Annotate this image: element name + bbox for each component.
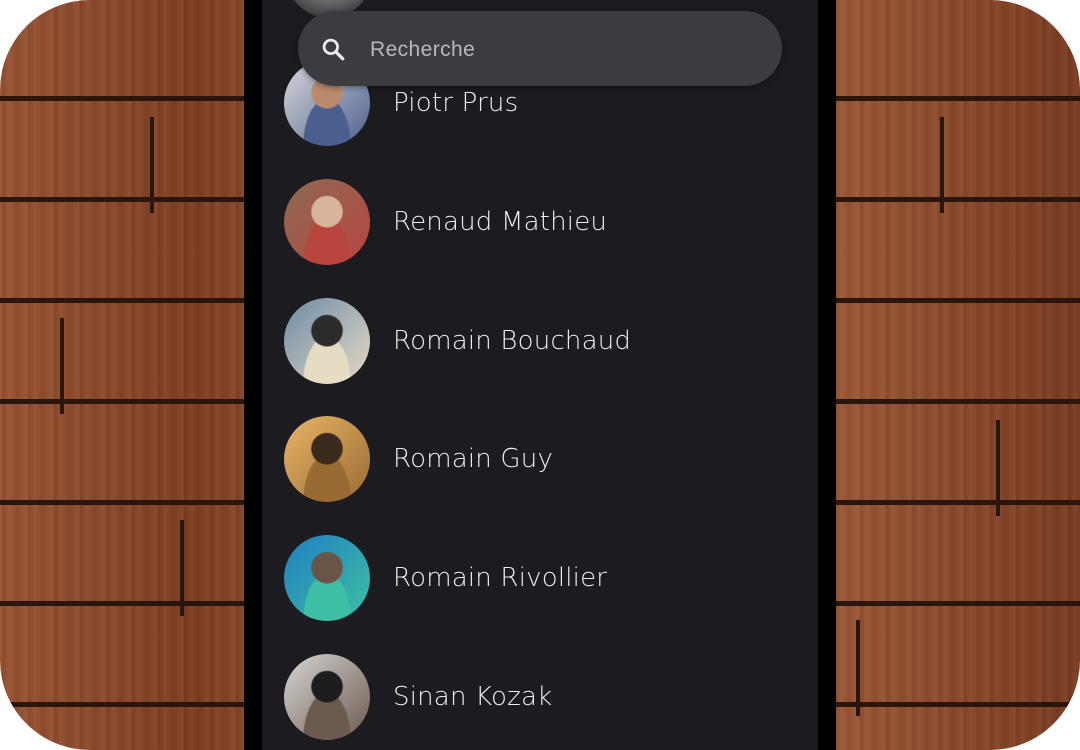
contact-name: Romain Guy xyxy=(393,444,554,474)
wood-seam xyxy=(180,520,184,616)
list-item[interactable]: Romain Rivollier xyxy=(284,535,804,621)
contact-name: Romain Rivollier xyxy=(393,563,608,593)
avatar xyxy=(284,179,370,265)
contact-name: Renaud Mathieu xyxy=(393,207,608,237)
avatar xyxy=(284,654,370,740)
search-icon xyxy=(320,36,346,62)
contact-name: Sinan Kozak xyxy=(393,682,553,712)
contact-name: Romain Bouchaud xyxy=(393,326,632,356)
search-bar[interactable] xyxy=(298,11,782,88)
avatar xyxy=(284,535,370,621)
list-item[interactable]: Romain Bouchaud xyxy=(284,298,804,384)
wood-seam xyxy=(940,117,944,213)
avatar xyxy=(284,298,370,384)
wood-seam xyxy=(996,420,1000,516)
wood-seam xyxy=(856,620,860,716)
list-item[interactable]: Romain Guy xyxy=(284,416,804,502)
list-item[interactable]: Sinan Kozak xyxy=(284,654,804,740)
wood-seam xyxy=(150,117,154,213)
wood-seam xyxy=(60,318,64,414)
list-item[interactable]: Renaud Mathieu xyxy=(284,179,804,265)
search-input[interactable] xyxy=(368,11,762,88)
avatar xyxy=(284,416,370,502)
